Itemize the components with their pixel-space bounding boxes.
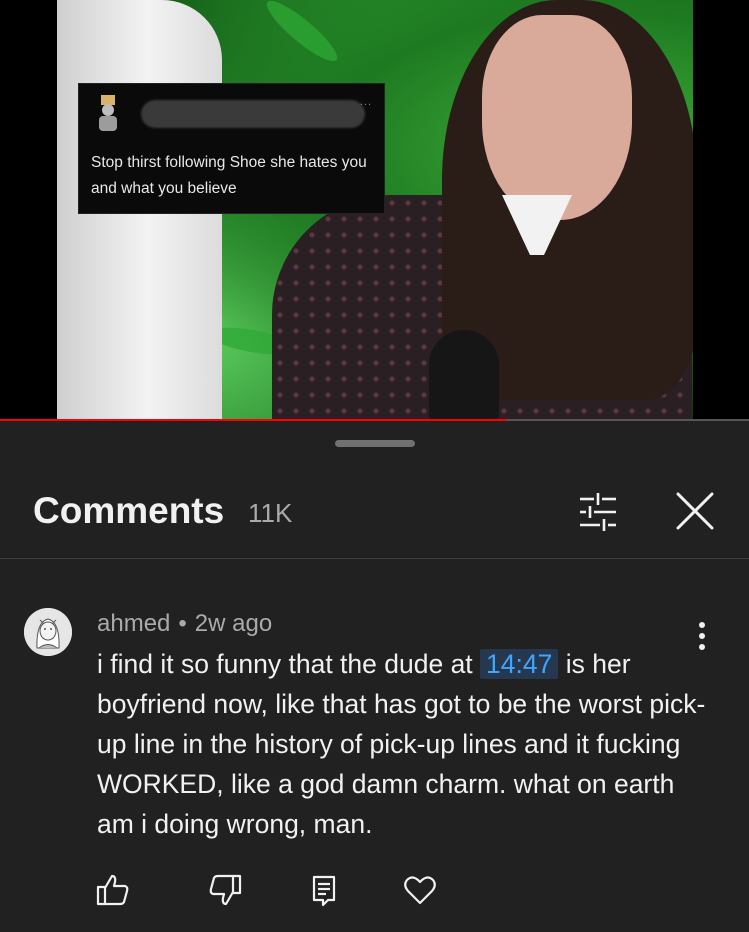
reply-button[interactable] — [306, 872, 342, 908]
comment-meta: ahmed • 2w ago — [97, 610, 272, 638]
heart-icon — [404, 876, 436, 905]
timestamp-link[interactable]: 14:47 — [480, 649, 559, 679]
tweet-text: Stop thirst following Shoe she hates you… — [91, 154, 367, 197]
video-progress-bar[interactable] — [0, 419, 749, 421]
thumbs-up-icon — [96, 874, 129, 906]
close-icon — [676, 492, 714, 530]
comment-text: i find it so funny that the dude at 14:4… — [97, 644, 717, 844]
video-player[interactable]: ... Stop thirst following Shoe she hates… — [0, 0, 749, 421]
comment-text-start: i find it so funny that the dude at — [97, 649, 481, 679]
reply-icon — [312, 875, 336, 907]
heart-button[interactable] — [402, 872, 438, 908]
comment-actions — [0, 872, 749, 912]
comments-sheet: Comments 11K ahmed • 2w ago i find it so… — [0, 424, 749, 932]
like-button[interactable] — [95, 872, 131, 908]
comment-author[interactable]: ahmed — [97, 610, 170, 637]
comments-count: 11K — [248, 498, 293, 528]
tweet-overlay: ... Stop thirst following Shoe she hates… — [78, 83, 385, 214]
filter-button[interactable] — [574, 488, 622, 536]
comment-age: 2w ago — [194, 610, 273, 637]
tweet-avatar-icon — [99, 95, 117, 131]
close-button[interactable] — [670, 486, 720, 536]
meta-separator: • — [178, 610, 187, 637]
progress-played — [0, 419, 506, 421]
microphone — [429, 330, 499, 421]
comments-title: Comments — [33, 490, 225, 531]
tweet-more-icon: ... — [359, 96, 372, 108]
dislike-button[interactable] — [207, 872, 243, 908]
drag-handle[interactable] — [335, 440, 415, 447]
person-face — [482, 15, 632, 220]
user-avatar-icon — [24, 608, 72, 656]
avatar[interactable] — [24, 608, 72, 656]
divider — [0, 558, 749, 559]
thumbs-down-icon — [209, 874, 242, 906]
tweet-username-redacted — [141, 100, 365, 128]
sliders-icon — [580, 493, 616, 531]
